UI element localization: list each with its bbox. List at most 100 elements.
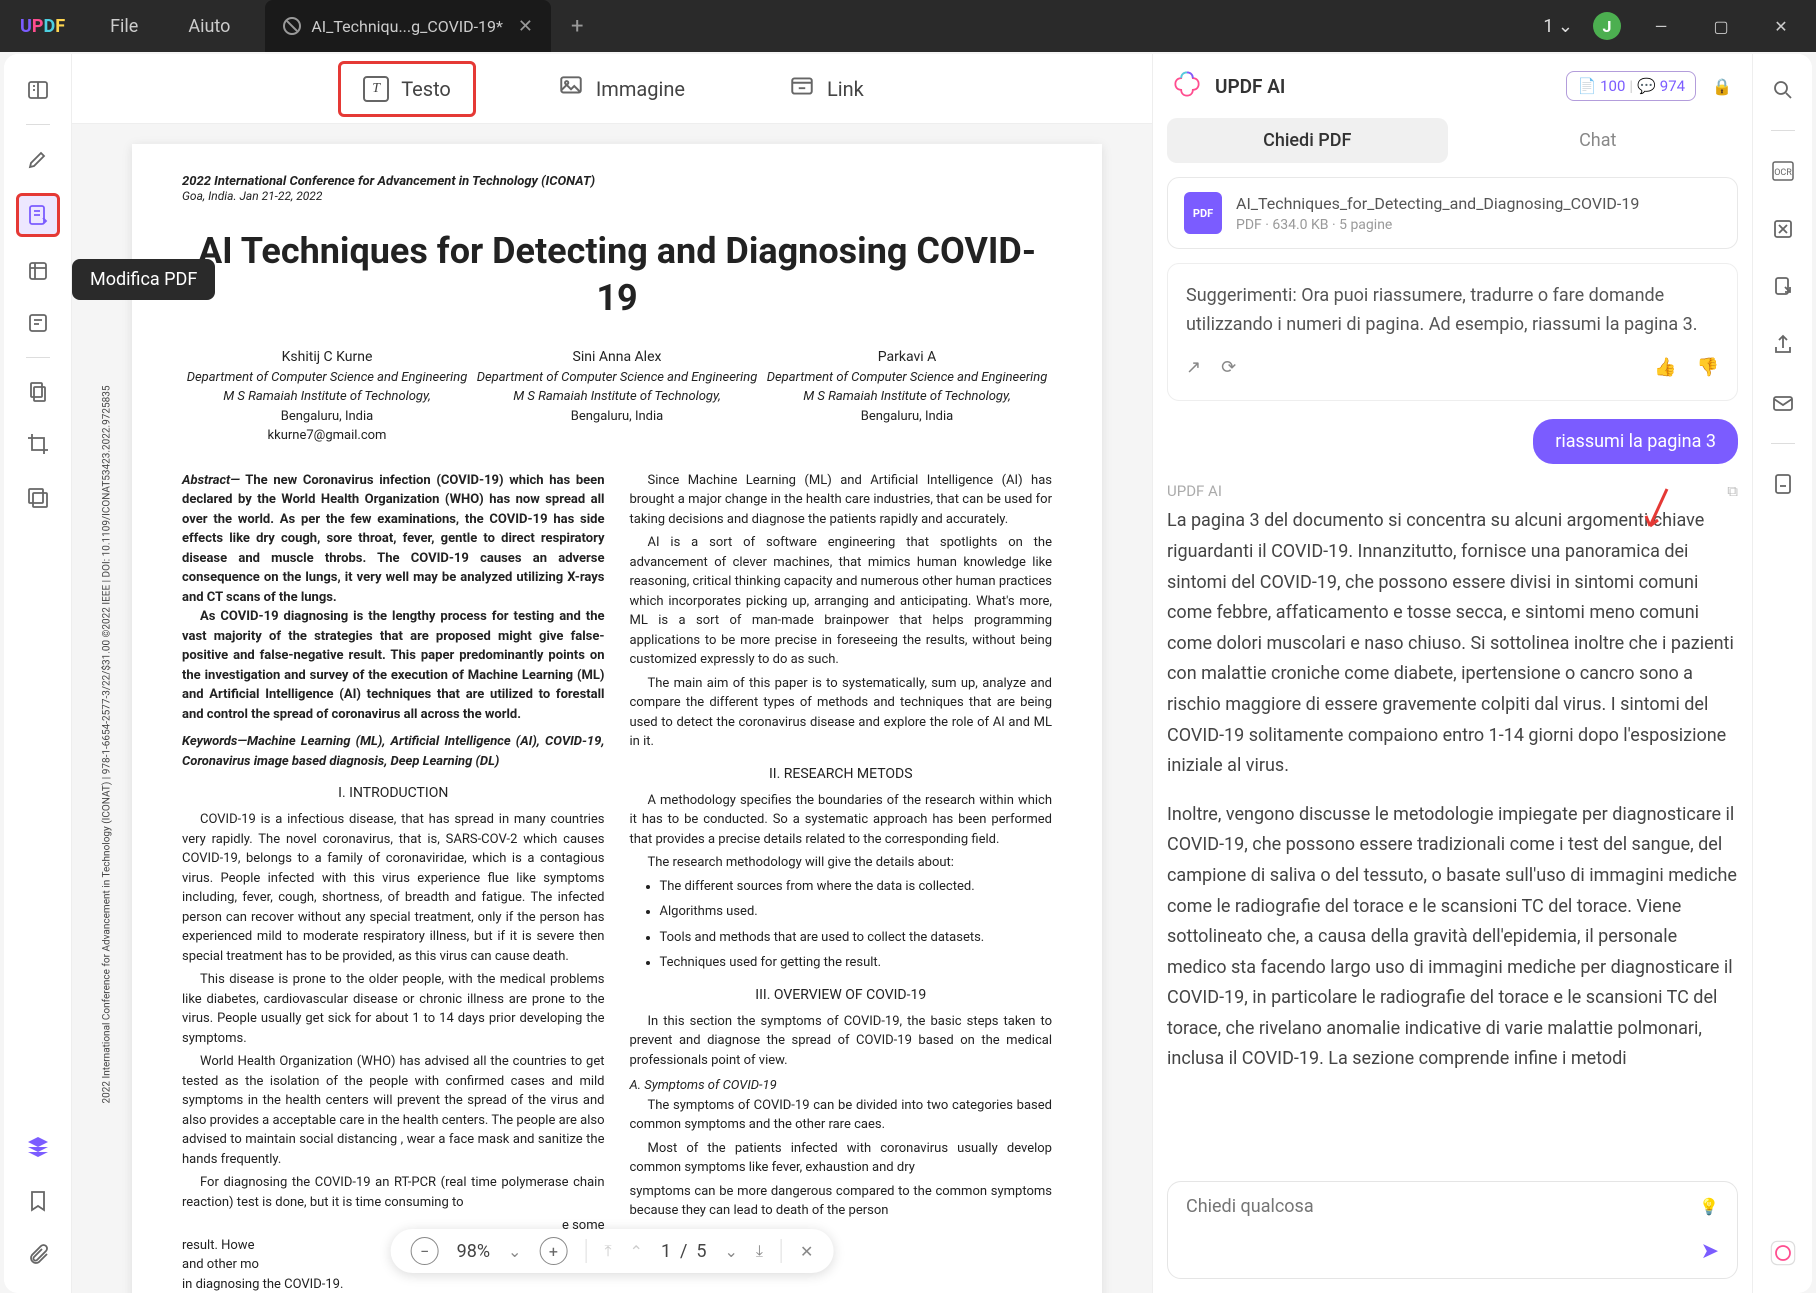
compress-icon[interactable] [1765,211,1801,247]
link-tool-button[interactable]: Link [767,61,886,116]
redact-icon[interactable] [20,478,56,514]
conference-date: Goa, India. Jan 21-22, 2022 [182,189,1052,203]
menu-file[interactable]: File [85,16,163,37]
close-controls-button[interactable]: ✕ [800,1242,813,1261]
tab-ask-pdf[interactable]: Chiedi PDF [1167,118,1448,163]
ai-hint-card: Suggerimenti: Ora puoi riassumere, tradu… [1167,263,1738,401]
search-icon[interactable] [1765,72,1801,108]
thumbs-up-icon[interactable]: 👍 [1654,354,1676,383]
send-button[interactable]: ➤ [1701,1239,1719,1264]
thumbs-down-icon[interactable]: 👎 [1697,354,1719,383]
share-icon[interactable] [1765,327,1801,363]
zoom-out-button[interactable]: − [411,1237,439,1265]
left-sidebar: Modifica PDF [4,54,72,1293]
paper-title: AI Techniques for Detecting and Diagnosi… [182,228,1052,322]
right-sidebar: OCR [1752,54,1812,1293]
edit-toolbar: T Testo Immagine Link [72,54,1152,124]
link-tool-icon [789,73,815,104]
organize-icon[interactable] [20,253,56,289]
minimize-button[interactable]: — [1641,17,1681,36]
image-tool-label: Immagine [596,77,685,101]
close-tab-icon[interactable]: ✕ [518,16,533,37]
ai-chat-scroll[interactable]: Suggerimenti: Ora puoi riassumere, tradu… [1153,263,1752,1167]
ai-file-name: AI_Techniques_for_Detecting_and_Diagnosi… [1236,194,1639,213]
menu-help[interactable]: Aiuto [163,16,255,37]
text-tool-icon: T [363,76,389,102]
authors-row: Kshitij C Kurne Department of Computer S… [182,347,1052,446]
crop-icon[interactable] [20,426,56,462]
left-column: Abstract— The new Coronavirus infection … [182,471,605,1293]
text-tool-button[interactable]: T Testo [338,61,476,117]
conference-name: 2022 International Conference for Advanc… [182,174,1052,189]
ai-panel: UPDF AI 📄100 | 💬974 🔒 Chiedi PDF Chat PD… [1152,54,1752,1293]
author-2: Sini Anna Alex Department of Computer Sc… [477,347,758,446]
editor-area: T Testo Immagine Link 2022 International… [72,54,1152,1293]
author-1: Kshitij C Kurne Department of Computer S… [187,347,468,446]
next-page-button[interactable]: ⌄ [724,1242,737,1261]
maximize-button[interactable]: ▢ [1701,17,1741,36]
tooltip-edit-pdf: Modifica PDF [72,259,215,300]
prev-page-button[interactable]: ⌃ [630,1242,643,1261]
image-tool-icon [558,73,584,104]
ai-credits-badge[interactable]: 📄100 | 💬974 [1566,71,1696,101]
edit-pdf-icon[interactable] [16,193,60,237]
print-icon[interactable] [1765,466,1801,502]
ai-file-card[interactable]: PDF AI_Techniques_for_Detecting_and_Diag… [1167,177,1738,249]
ai-tabs: Chiedi PDF Chat [1153,118,1752,163]
tab-title: AI_Techniqu...g_COVID-19* [311,17,503,36]
zoom-dropdown[interactable]: ⌄ [508,1242,521,1261]
zoom-in-button[interactable]: + [539,1237,567,1265]
ai-hint-text: Suggerimenti: Ora puoi riassumere, tradu… [1186,282,1719,340]
ai-toggle-icon[interactable] [1765,1235,1801,1271]
image-tool-button[interactable]: Immagine [536,61,707,116]
doc-icon: 📄 [1577,77,1596,95]
form-icon[interactable] [20,305,56,341]
arrow-annotation [1642,484,1672,534]
ai-input-box: 💡 ➤ [1167,1181,1738,1279]
titlebar: UPDF File Aiuto AI_Techniqu...g_COVID-19… [0,0,1816,52]
link-tool-label: Link [827,77,864,101]
bookmark-icon[interactable] [20,1183,56,1219]
nosave-icon [283,17,301,35]
tab-chat[interactable]: Chat [1458,118,1739,163]
user-message: riassumi la pagina 3 [1533,419,1738,464]
highlight-icon[interactable] [20,141,56,177]
layers-icon[interactable] [20,1129,56,1165]
page-controls: − 98% ⌄ + ⤒ ⌃ 1 / 5 ⌄ ⤓ ✕ [391,1229,834,1273]
side-citation: 2022 International Conference for Advanc… [102,386,113,1104]
email-icon[interactable] [1765,385,1801,421]
ai-response: La pagina 3 del documento si concentra s… [1167,506,1738,1075]
open-icon[interactable]: ↗ [1186,354,1201,383]
refresh-icon[interactable]: ⟳ [1221,354,1236,383]
lock-icon[interactable]: 🔒 [1712,77,1732,96]
ai-input-field[interactable] [1186,1196,1699,1217]
last-page-button[interactable]: ⤓ [756,1241,763,1261]
author-3: Parkavi A Department of Computer Science… [767,347,1048,446]
page-count-indicator[interactable]: 1 ⌄ [1543,16,1573,37]
app-logo: UPDF [0,16,85,37]
right-column: Since Machine Learning (ML) and Artifici… [630,471,1053,1293]
user-avatar[interactable]: J [1593,12,1621,40]
ai-response-label: UPDF AI [1167,482,1222,500]
close-window-button[interactable]: ✕ [1761,17,1801,36]
add-tab-button[interactable]: + [571,14,583,39]
document-viewport[interactable]: 2022 International Conference for Advanc… [72,124,1152,1293]
export-icon[interactable] [1765,269,1801,305]
page-indicator: 1 / 5 [661,1241,707,1262]
first-page-button[interactable]: ⤒ [604,1241,611,1261]
ai-logo-icon [1173,70,1201,102]
attachment-icon[interactable] [20,1237,56,1273]
document-tab[interactable]: AI_Techniqu...g_COVID-19* ✕ [265,0,551,52]
page-organize-icon[interactable] [20,374,56,410]
svg-text:OCR: OCR [1774,168,1792,178]
reader-icon[interactable] [20,72,56,108]
copy-icon[interactable]: ⧉ [1727,482,1738,500]
ocr-icon[interactable]: OCR [1765,153,1801,189]
ai-title: UPDF AI [1215,75,1285,98]
zoom-level: 98% [457,1241,490,1262]
ai-header: UPDF AI 📄100 | 💬974 🔒 [1153,54,1752,118]
text-tool-label: Testo [401,77,451,101]
suggest-icon[interactable]: 💡 [1699,1197,1719,1216]
document-page: 2022 International Conference for Advanc… [132,144,1102,1293]
pdf-file-icon: PDF [1184,192,1222,234]
